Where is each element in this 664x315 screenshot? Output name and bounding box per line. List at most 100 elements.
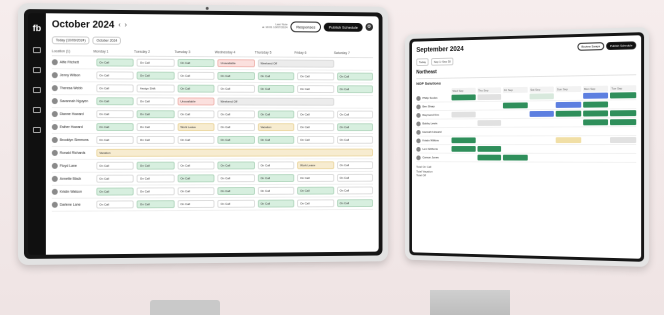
shift-cell[interactable]: Vacation <box>257 123 295 132</box>
shift-cell[interactable]: On Call <box>257 135 295 144</box>
shift-cell[interactable]: Weekend Off <box>257 59 334 68</box>
shift-cell[interactable]: On Call <box>336 186 374 195</box>
shift-cell[interactable]: On Call <box>217 174 255 183</box>
person-cell[interactable]: Jenny Wilson <box>51 72 94 79</box>
shift-bar[interactable] <box>529 110 555 117</box>
shift-cell[interactable]: On Call <box>336 85 374 94</box>
shift-bar[interactable] <box>477 94 502 101</box>
shift-cell[interactable]: On Call <box>137 123 175 132</box>
shift-bar[interactable] <box>555 137 582 144</box>
person-cell[interactable]: Savannah Nguyen <box>51 98 94 105</box>
shift-cell[interactable]: On Call <box>96 200 135 209</box>
shift-cell[interactable]: On Call <box>217 161 255 170</box>
shift-bar[interactable] <box>451 111 476 118</box>
shift-cell[interactable]: Vacation <box>96 148 374 157</box>
shift-cell[interactable]: On Call <box>297 110 334 119</box>
user-icon[interactable] <box>32 127 41 134</box>
shift-cell[interactable]: On Call <box>137 110 175 119</box>
shift-cell[interactable]: On Call <box>137 161 175 170</box>
shift-cell[interactable]: On Call <box>257 84 295 93</box>
shift-cell[interactable]: On Call <box>217 199 255 208</box>
shift-cell[interactable]: On Call <box>137 135 175 144</box>
shift-cell[interactable]: Work Leave <box>297 161 334 170</box>
shift-bar[interactable] <box>529 93 555 100</box>
shift-cell[interactable]: On Call <box>137 71 175 80</box>
shift-cell[interactable]: On Call <box>177 84 215 93</box>
range-chip-right[interactable]: Sep 1–Sep 30 <box>431 57 454 66</box>
member-cell[interactable]: Carson Jones <box>416 155 449 160</box>
person-cell[interactable]: Dianne Howard <box>51 111 94 118</box>
shift-bar[interactable] <box>610 92 637 99</box>
shift-bar[interactable] <box>477 154 502 161</box>
shift-cell[interactable]: Weekend Off <box>217 97 334 106</box>
shift-cell[interactable]: On Call <box>257 161 295 170</box>
shift-cell[interactable]: On Call <box>96 97 135 106</box>
shift-bar[interactable] <box>477 146 502 152</box>
shift-cell[interactable]: On Call <box>96 84 135 93</box>
shift-bar[interactable] <box>582 119 609 126</box>
member-cell[interactable]: Hannah Howard <box>416 129 449 135</box>
next-month-icon[interactable]: › <box>125 21 127 28</box>
person-cell[interactable]: Theresa Webb <box>51 85 94 92</box>
shift-cell[interactable]: On Call <box>257 174 295 183</box>
person-cell[interactable]: Ronald Richards <box>51 149 94 156</box>
shift-cell[interactable]: On Call <box>177 135 215 144</box>
shift-cell[interactable]: On Call <box>257 72 295 81</box>
shift-bar[interactable] <box>451 94 476 101</box>
shift-cell[interactable]: On Call <box>336 110 374 119</box>
shift-cell[interactable]: On Call <box>217 187 255 196</box>
shift-cell[interactable]: Work Leave <box>177 123 215 132</box>
people-icon[interactable] <box>32 67 41 74</box>
person-cell[interactable]: Darlene Lane <box>51 201 94 208</box>
shift-bar[interactable] <box>503 102 528 109</box>
shift-cell[interactable]: On Call <box>96 187 135 196</box>
member-cell[interactable]: Raymond Kim <box>416 112 449 118</box>
shift-cell[interactable]: On Call <box>96 58 135 67</box>
shift-bar[interactable] <box>451 146 476 152</box>
shift-bar[interactable] <box>451 137 476 144</box>
shift-cell[interactable]: On Call <box>177 110 215 119</box>
shift-cell[interactable]: On Call <box>217 135 255 144</box>
shift-bar[interactable] <box>610 119 637 126</box>
person-cell[interactable]: Kristin Watson <box>51 188 94 195</box>
shift-cell[interactable]: On Call <box>217 110 255 119</box>
publish-schedule-button[interactable]: Publish Schedule <box>323 22 363 32</box>
shift-cell[interactable]: On Call <box>336 72 374 81</box>
chat-icon[interactable] <box>32 107 41 114</box>
shift-cell[interactable]: On Call <box>177 174 215 183</box>
shift-cell[interactable]: On Call <box>137 187 175 196</box>
shift-cell[interactable]: On Call <box>137 97 175 106</box>
shift-cell[interactable]: On Call <box>297 199 334 208</box>
shift-bar[interactable] <box>555 101 582 108</box>
review-swaps-button[interactable]: Review Swaps <box>577 41 605 51</box>
shift-bar[interactable] <box>582 110 609 117</box>
shift-cell[interactable]: On Call <box>217 123 255 132</box>
shift-cell[interactable]: On Call <box>336 135 374 144</box>
shift-cell[interactable]: On Call <box>96 110 135 119</box>
shift-cell[interactable]: On Call <box>96 71 135 80</box>
person-cell[interactable]: Floyd Lane <box>51 162 94 169</box>
shift-cell[interactable]: On Call <box>297 135 334 144</box>
shift-cell[interactable]: On Call <box>217 84 255 93</box>
clipboard-icon[interactable] <box>32 87 41 94</box>
member-cell[interactable]: Lexi Gibbons <box>416 146 449 152</box>
person-cell[interactable]: Brooklyn Simmons <box>51 136 94 143</box>
shift-cell[interactable]: On Call <box>177 161 215 170</box>
shift-cell[interactable]: On Call <box>336 199 374 208</box>
member-cell[interactable]: Philip Scoles <box>416 95 449 101</box>
person-cell[interactable]: Annette Black <box>51 175 94 182</box>
prev-month-icon[interactable]: ‹ <box>118 21 120 28</box>
shift-cell[interactable]: On Call <box>336 123 374 132</box>
shift-cell[interactable]: On Call <box>336 161 374 170</box>
responses-button[interactable]: Responses <box>290 20 322 32</box>
shift-cell[interactable]: On Call <box>137 174 175 183</box>
today-chip[interactable]: Today (10/09/2024) <box>51 36 90 45</box>
person-cell[interactable]: Alfie Fitchett <box>51 59 94 66</box>
shift-cell[interactable]: On Call <box>137 58 175 67</box>
shift-cell[interactable]: On Call <box>217 71 255 81</box>
shift-bar[interactable] <box>610 137 637 144</box>
shift-bar[interactable] <box>555 110 582 117</box>
shift-cell[interactable]: Assign Shift <box>137 84 175 93</box>
shift-cell[interactable]: On Call <box>96 174 135 183</box>
shift-cell[interactable]: On Call <box>297 85 334 94</box>
